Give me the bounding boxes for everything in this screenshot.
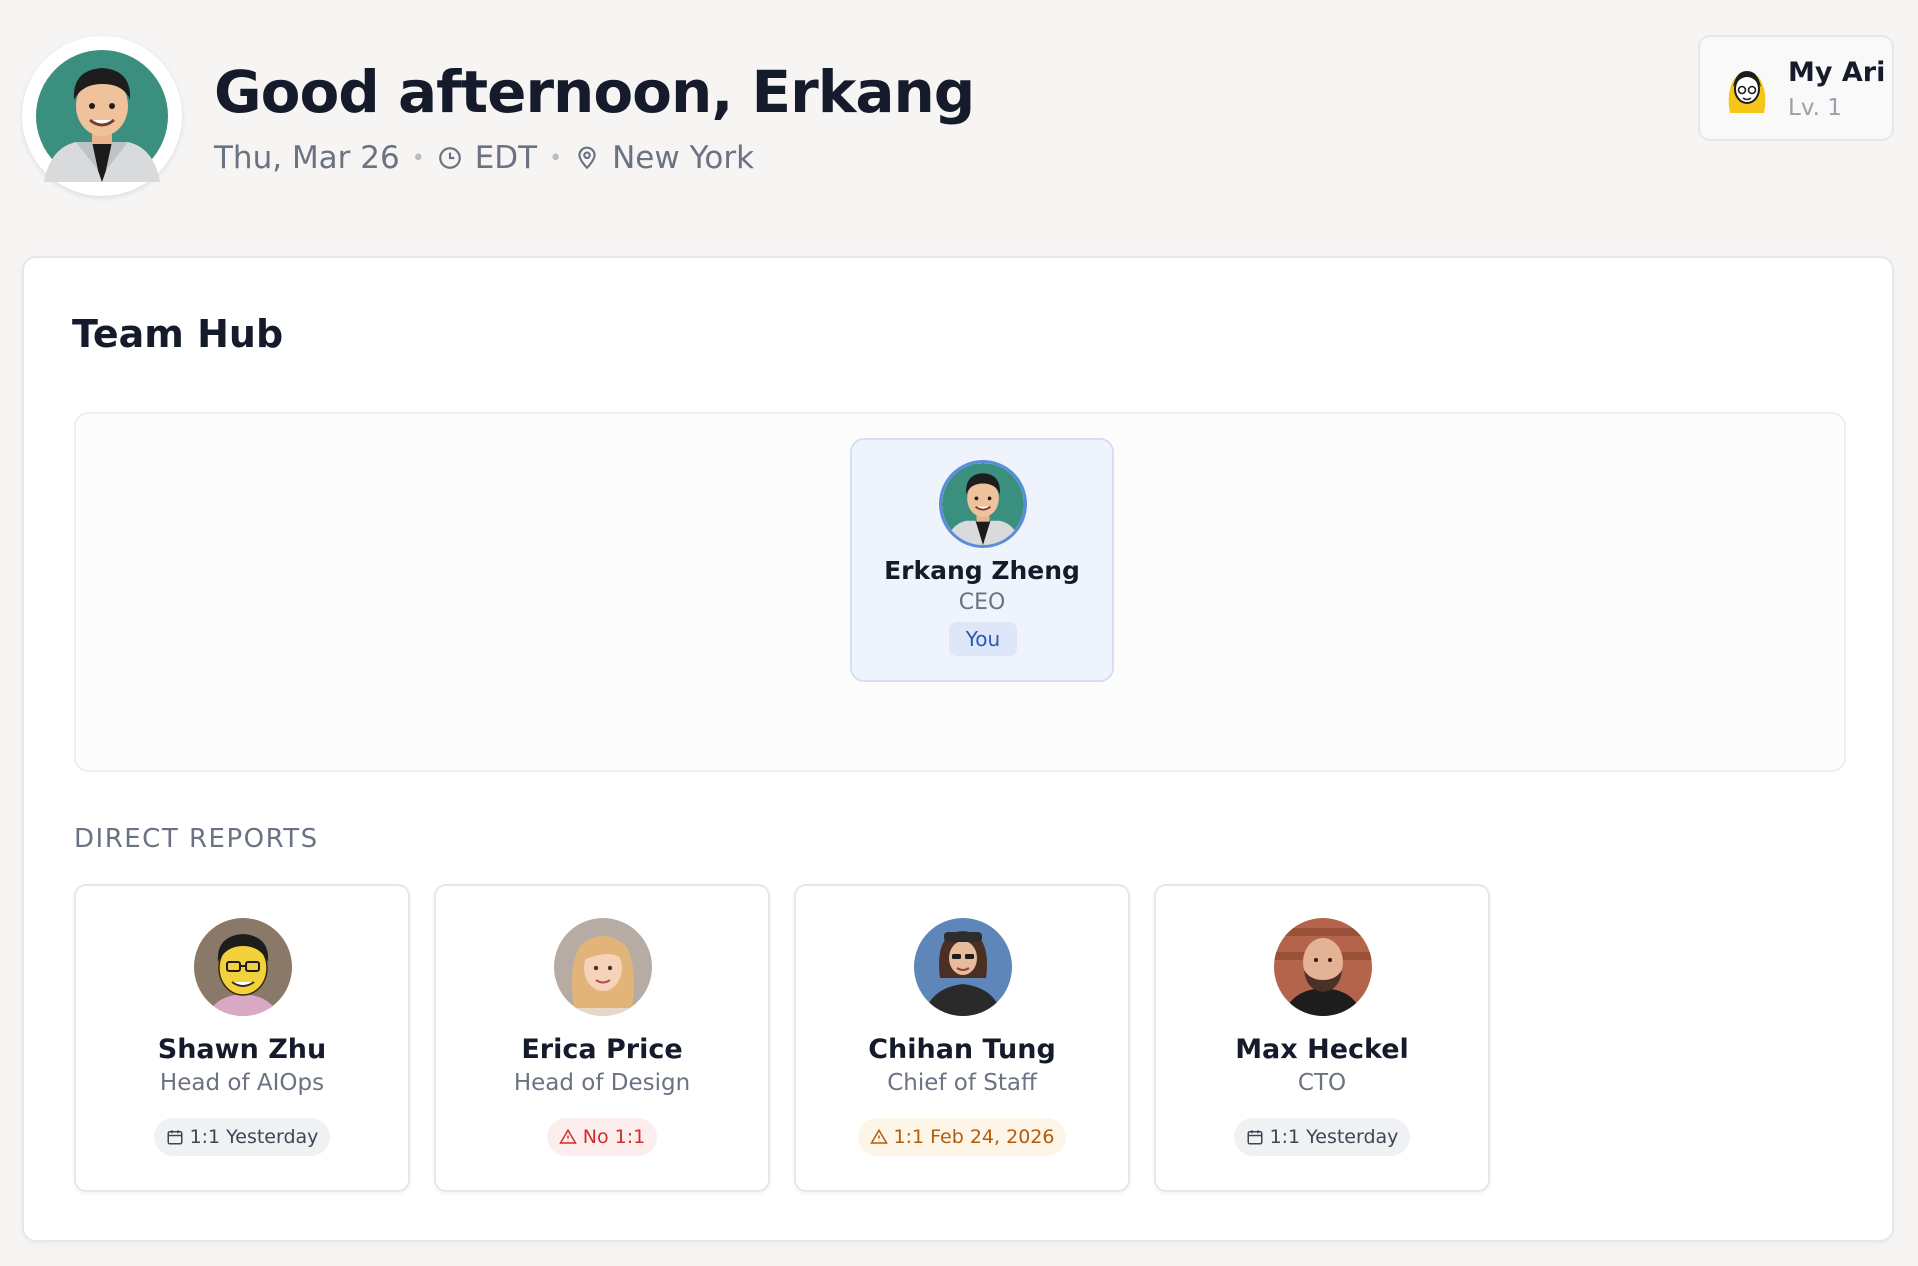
separator-dot: •: [411, 145, 425, 171]
report-role: Head of AIOps: [159, 1070, 325, 1096]
warning-icon: [558, 1128, 577, 1144]
calendar-icon: [167, 1130, 183, 1145]
timezone-text: EDT: [474, 140, 538, 176]
user-caricature-avatar: [942, 463, 1024, 545]
location-text: New York: [612, 140, 755, 176]
photo-avatar-image: [1274, 918, 1372, 1016]
separator-dot: •: [549, 145, 563, 171]
report-name: Shawn Zhu: [157, 1034, 327, 1065]
greeting-title: Good afternoon, Erkang: [214, 58, 975, 126]
report-name: Chihan Tung: [868, 1034, 1056, 1065]
one-on-one-status-badge: No 1:1: [546, 1118, 658, 1156]
status-text: 1:1 Yesterday: [189, 1126, 319, 1148]
my-ari-button[interactable]: My Ari Lv. 1: [1698, 35, 1894, 141]
one-on-one-status-badge: 1:1 Yesterday: [153, 1118, 331, 1156]
location-pin-icon: [578, 146, 596, 170]
team-hub-card: Team Hub Erkang Zheng CEO You DIRECT REP…: [22, 256, 1894, 1242]
report-role: Chief of Staff: [887, 1070, 1037, 1096]
page-header: Good afternoon, Erkang Thu, Mar 26 • EDT…: [0, 0, 1918, 230]
direct-reports-label: DIRECT REPORTS: [74, 824, 319, 854]
direct-report-card[interactable]: Shawn Zhu Head of AIOps 1:1 Yesterday: [74, 884, 410, 1192]
self-card[interactable]: Erkang Zheng CEO You: [850, 438, 1114, 682]
one-on-one-status-badge: 1:1 Feb 24, 2026: [857, 1118, 1067, 1156]
self-name: Erkang Zheng: [884, 556, 1080, 585]
report-avatar: [914, 918, 1012, 1016]
date-text: Thu, Mar 26: [214, 140, 400, 176]
team-hub-title: Team Hub: [72, 312, 284, 356]
report-avatar: [554, 918, 652, 1016]
cartoon-avatar-image: [914, 918, 1012, 1016]
my-ari-level: Lv. 1: [1788, 95, 1842, 121]
status-text: 1:1 Yesterday: [1269, 1126, 1399, 1148]
report-role: CTO: [1297, 1070, 1347, 1096]
direct-report-card[interactable]: Erica Price Head of Design No 1:1: [434, 884, 770, 1192]
warning-icon: [869, 1128, 888, 1144]
ari-character-icon: [1728, 71, 1766, 113]
my-ari-title: My Ari: [1788, 57, 1886, 88]
clock-icon: [438, 147, 461, 169]
self-avatar: [939, 460, 1027, 548]
calendar-icon: [1247, 1130, 1263, 1145]
report-name: Erica Price: [521, 1034, 683, 1065]
user-avatar[interactable]: [22, 36, 182, 196]
cartoon-avatar-image: [194, 918, 292, 1016]
direct-report-card[interactable]: Chihan Tung Chief of Staff 1:1 Feb 24, 2…: [794, 884, 1130, 1192]
status-text: No 1:1: [582, 1126, 646, 1148]
status-text: 1:1 Feb 24, 2026: [893, 1126, 1055, 1148]
report-name: Max Heckel: [1235, 1034, 1409, 1065]
you-badge: You: [949, 622, 1017, 656]
cartoon-avatar-image: [554, 918, 652, 1016]
self-role: CEO: [958, 590, 1006, 615]
report-avatar: [194, 918, 292, 1016]
one-on-one-status-badge: 1:1 Yesterday: [1233, 1118, 1411, 1156]
report-role: Head of Design: [513, 1070, 691, 1096]
date-location-meta: Thu, Mar 26 • EDT • New York: [214, 140, 754, 176]
direct-report-card[interactable]: Max Heckel CTO 1:1 Yesterday: [1154, 884, 1490, 1192]
report-avatar: [1274, 918, 1372, 1016]
user-caricature-avatar: [36, 50, 168, 182]
org-chart-area: Erkang Zheng CEO You: [74, 412, 1846, 772]
